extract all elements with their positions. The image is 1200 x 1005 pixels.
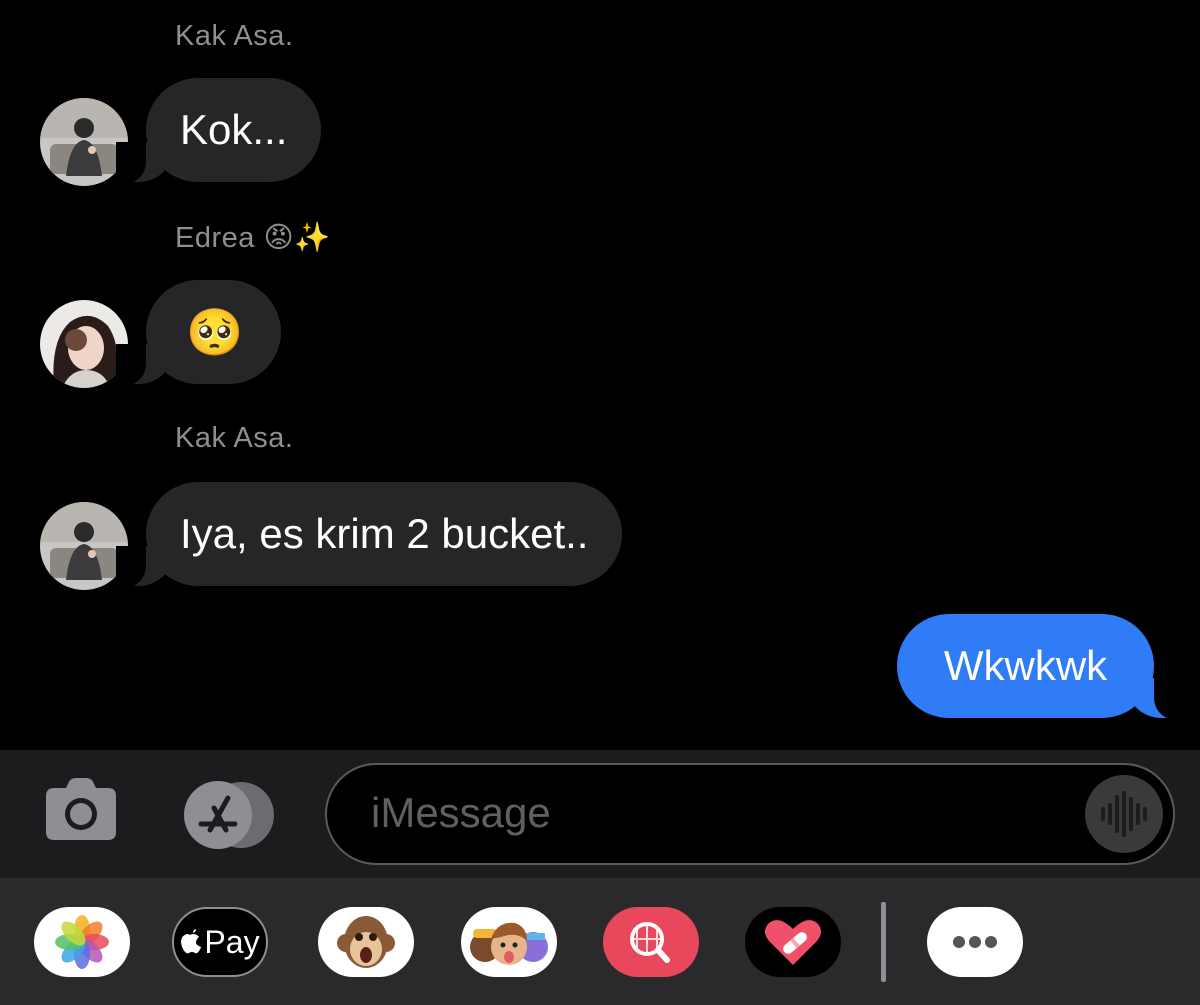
sender-name: Kak Asa. (175, 20, 294, 52)
monkey-animoji-icon[interactable] (318, 907, 414, 977)
message-bubble-incoming[interactable]: 🥺 (116, 280, 281, 386)
message-text: Wkwkwk (943, 642, 1108, 689)
message-text: Iya, es krim 2 bucket.. (180, 510, 589, 557)
drawer-divider (881, 902, 886, 982)
sender-name: Edrea 😡✨ (175, 222, 331, 254)
message-bubble-incoming[interactable]: Iya, es krim 2 bucket.. (115, 482, 623, 588)
apple-pay-label: Pay (204, 923, 260, 960)
images-search-icon[interactable] (603, 907, 699, 977)
memoji-icon[interactable] (461, 907, 557, 977)
pleading-face-emoji: 🥺 (186, 306, 244, 358)
avatar-kak-asa[interactable] (40, 502, 128, 590)
message-bubble-outgoing[interactable]: Wkwkwk (897, 614, 1184, 720)
message-text: Kok... (180, 106, 288, 153)
message-input-placeholder: iMessage (371, 789, 551, 836)
avatar-kak-asa[interactable] (40, 98, 128, 186)
sender-name: Kak Asa. (175, 422, 294, 454)
message-thread[interactable]: Kak Asa. Kok... Edrea 😡✨ 🥺 Kak Asa. Iya,… (0, 0, 1200, 750)
waveform-icon[interactable] (1085, 775, 1163, 853)
apple-logo-icon (181, 929, 202, 954)
apple-pay-icon[interactable]: Pay (172, 907, 268, 977)
digital-touch-icon[interactable] (745, 907, 841, 977)
camera-icon[interactable] (46, 778, 116, 840)
more-icon[interactable] (927, 907, 1023, 977)
message-bubble-incoming[interactable]: Kok... (115, 78, 322, 184)
photos-icon[interactable] (34, 907, 130, 977)
avatar-edrea[interactable] (40, 300, 128, 388)
app-store-icon[interactable] (183, 780, 277, 850)
message-input[interactable]: iMessage (325, 763, 1175, 865)
